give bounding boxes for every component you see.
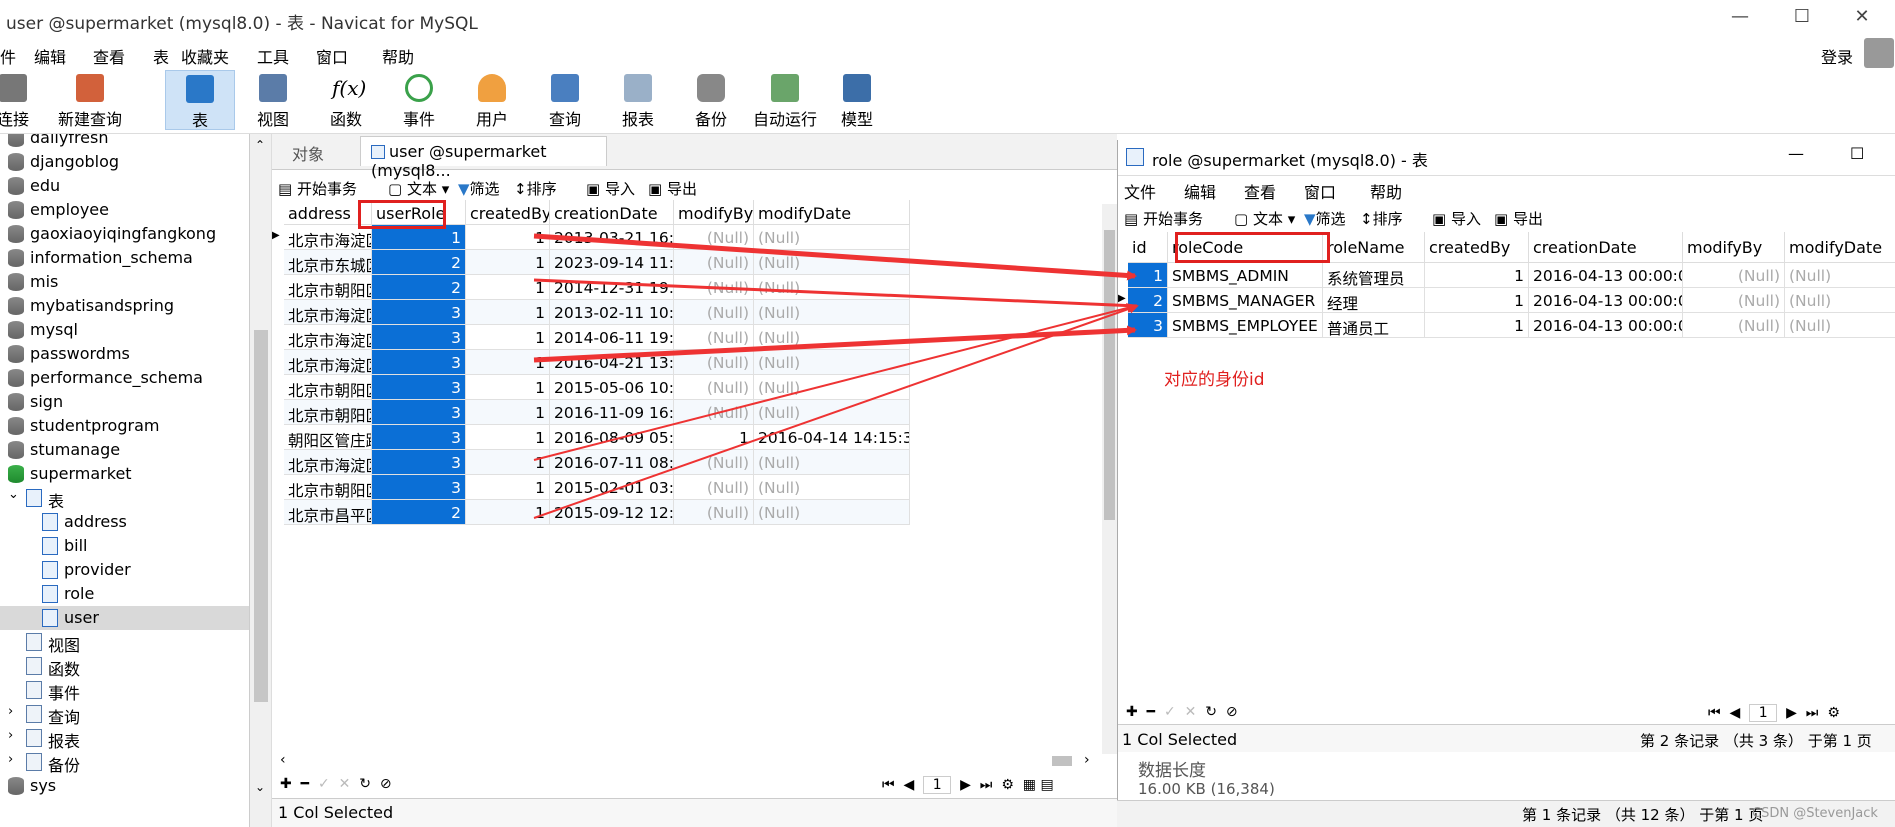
annotation-arrows [533, 233, 1139, 519]
arrow-role-2c [533, 303, 1139, 519]
arrow-role-2b [533, 303, 1137, 461]
arrow-role-2a [533, 278, 1138, 308]
arrow-role-1 [533, 233, 1137, 281]
arrow-role-3 [533, 325, 1137, 363]
